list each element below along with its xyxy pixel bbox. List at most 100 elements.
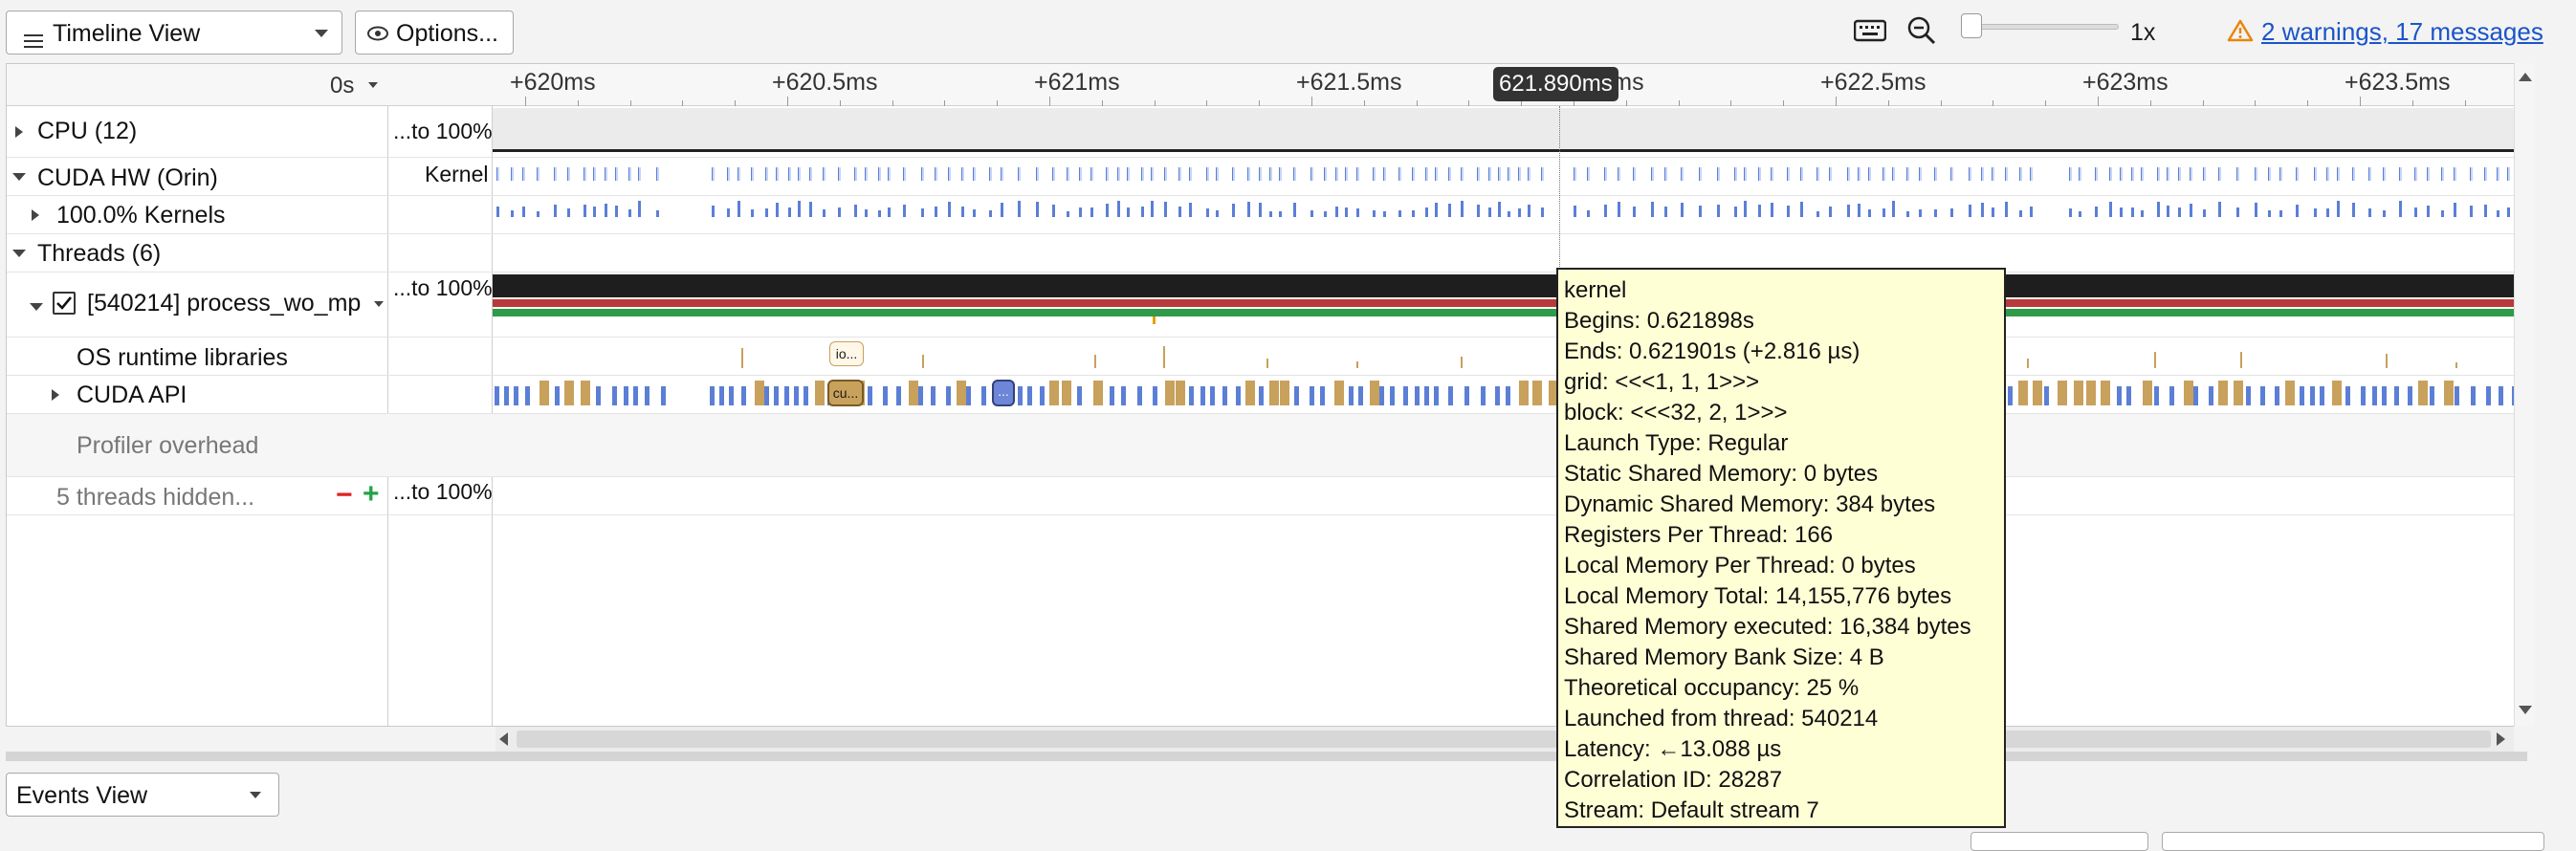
kernel-mark — [878, 167, 881, 181]
events-view-select[interactable]: Events View — [6, 773, 279, 817]
kernel-mark — [738, 201, 740, 217]
kernel-mark — [1829, 167, 1832, 181]
scroll-up-icon[interactable] — [2519, 73, 2532, 81]
kernel-mark — [1758, 205, 1761, 217]
collapse-arrow-icon[interactable] — [30, 303, 43, 311]
tooltip-line: Ends: 0.621901s (+2.816 µs) — [1564, 338, 1860, 364]
kernel-mark — [865, 209, 868, 217]
hide-thread-button[interactable]: − — [336, 481, 353, 510]
kernel-mark — [2337, 167, 2340, 181]
kernel-mark — [522, 207, 525, 217]
kernel-mark — [751, 209, 754, 217]
kernel-mark — [2414, 167, 2417, 181]
kernel-mark — [809, 202, 812, 217]
expand-arrow-icon[interactable] — [32, 209, 39, 221]
kernel-mark — [1858, 204, 1860, 217]
kernel-mark — [1018, 167, 1021, 181]
kernel-mark — [1412, 167, 1415, 181]
process-checkbox[interactable] — [53, 292, 76, 315]
kernel-mark — [1206, 167, 1209, 181]
cuda-api-call — [1519, 381, 1529, 405]
filter-control[interactable] — [1971, 832, 2148, 851]
cursor-time-badge: 621.890ms — [1493, 67, 1618, 101]
kernel-mark — [522, 167, 525, 181]
kernel-mark — [921, 167, 924, 181]
cuda-api-call — [1189, 386, 1194, 405]
eye-icon — [367, 26, 388, 41]
kernel-mark — [1216, 210, 1219, 217]
cuda-api-call — [2394, 386, 2399, 405]
kernel-mark — [656, 167, 659, 181]
kernel-mark — [2427, 206, 2430, 217]
expand-arrow-icon[interactable] — [15, 126, 23, 138]
kernel-mark — [1758, 167, 1761, 181]
chevron-down-icon[interactable] — [374, 301, 384, 307]
kernel-mark — [2218, 167, 2221, 181]
expand-arrow-icon[interactable] — [52, 389, 59, 401]
kernel-mark — [1164, 167, 1167, 181]
kernel-mark — [1950, 167, 1953, 181]
kernel-mark — [1981, 167, 1984, 181]
checkmark-icon — [56, 296, 73, 310]
warnings-link[interactable]: 2 warnings, 17 messages — [2261, 17, 2543, 47]
tooltip-line: Begins: 0.621898s — [1564, 308, 1754, 334]
kernel-mark — [2484, 205, 2487, 217]
kernel-mark — [1829, 207, 1832, 217]
kernel-mark — [2109, 167, 2112, 181]
options-button[interactable]: Options... — [355, 11, 514, 55]
cuda-api-call — [2234, 381, 2243, 405]
cuda-api-call — [564, 381, 574, 405]
vertical-scrollbar[interactable] — [2514, 63, 2535, 727]
cuda-api-call — [1310, 386, 1314, 405]
collapse-arrow-icon[interactable] — [12, 250, 26, 257]
kernel-mark — [1335, 207, 1338, 217]
kernel-mark — [1892, 167, 1895, 181]
cuda-api-call — [957, 381, 966, 405]
kernel-mark — [656, 210, 659, 217]
kernel-mark — [2368, 208, 2371, 217]
horizontal-scrollbar[interactable] — [495, 727, 2514, 752]
zoom-slider[interactable] — [1961, 13, 2119, 38]
cuda-api-call — [2193, 386, 2198, 405]
zoom-out-icon[interactable] — [1906, 15, 1937, 46]
kernel-mark — [1604, 167, 1607, 181]
scroll-right-icon[interactable] — [2497, 732, 2505, 746]
selected-api-chip[interactable]: ... — [992, 380, 1015, 406]
zoom-slider-thumb[interactable] — [1961, 13, 1982, 38]
kernel-mark — [496, 207, 499, 217]
cuda-api-call — [2169, 386, 2174, 405]
keyboard-icon[interactable] — [1854, 18, 1886, 43]
kernel-mark — [1141, 167, 1144, 181]
kernel-mark — [1541, 167, 1544, 181]
kernel-mark — [1992, 207, 1994, 217]
scroll-left-icon[interactable] — [499, 732, 508, 746]
view-select[interactable]: Timeline View — [6, 11, 342, 55]
scroll-down-icon[interactable] — [2519, 706, 2532, 714]
panel-splitter[interactable] — [6, 752, 2527, 761]
show-thread-button[interactable]: + — [363, 480, 380, 509]
cuda-api-call — [2246, 386, 2251, 405]
tooltip-line: Correlation ID: 28287 — [1564, 767, 1783, 793]
cu-chip[interactable]: cu... — [827, 380, 864, 406]
kernel-mark — [1699, 206, 1702, 217]
cuda-api-call — [1532, 381, 1542, 405]
kernel-mark — [2279, 210, 2282, 217]
kernel-mark — [2095, 207, 2098, 217]
kernel-mark — [2203, 167, 2206, 181]
tooltip-line: Shared Memory Bank Size: 4 B — [1564, 644, 1884, 670]
time-offset[interactable]: 0s — [330, 73, 354, 99]
horizontal-scroll-thumb[interactable] — [517, 731, 2491, 748]
kernel-mark — [1816, 167, 1819, 181]
cuda-api-call — [2455, 386, 2459, 405]
kernel-mark — [1771, 203, 1773, 217]
tooltip-line: Theoretical occupancy: 25 % — [1564, 675, 1860, 701]
kernel-mark — [2030, 167, 2033, 181]
kernel-mark — [1618, 202, 1620, 217]
timeline-marks[interactable] — [493, 64, 2521, 726]
collapse-arrow-icon[interactable] — [12, 173, 26, 181]
kernel-mark — [1151, 201, 1154, 217]
io-chip[interactable]: io... — [829, 341, 864, 366]
cuda-api-call — [661, 386, 666, 405]
cuda-api-call — [815, 381, 825, 405]
search-field[interactable] — [2162, 832, 2544, 851]
